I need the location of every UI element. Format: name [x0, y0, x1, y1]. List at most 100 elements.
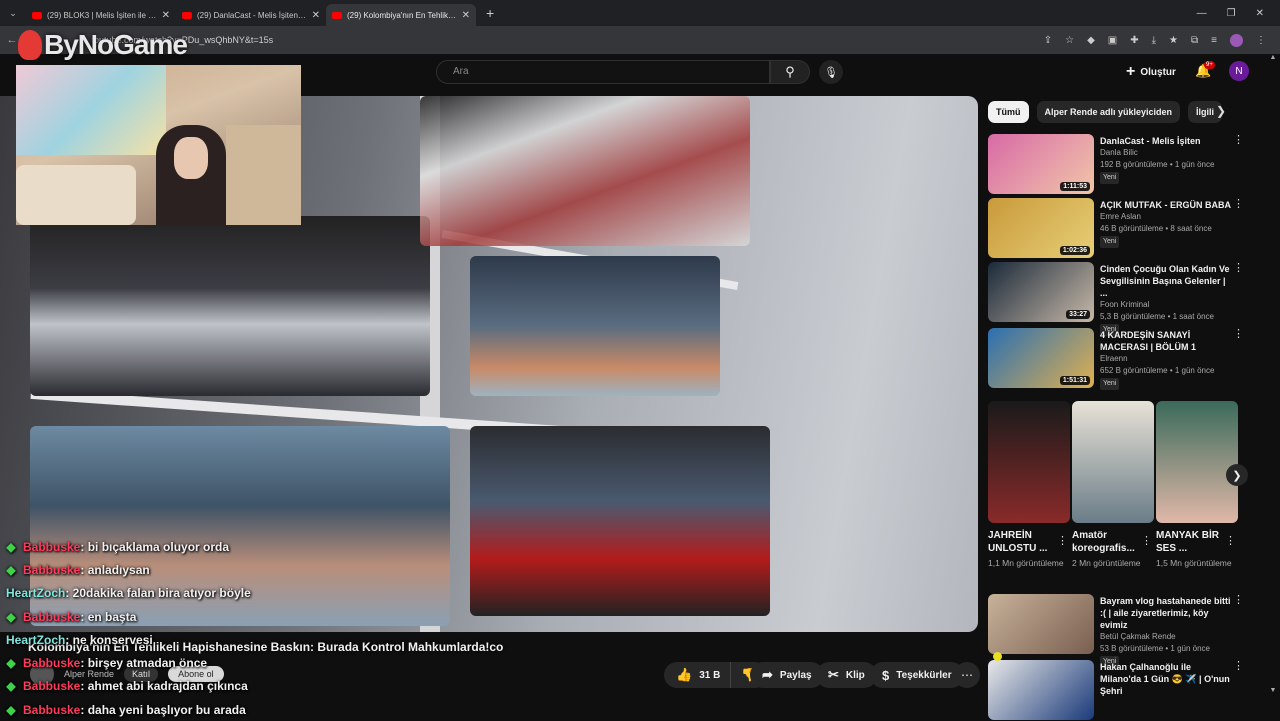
recommended-video[interactable]: 1:11:53 DanlaCast - Melis İşiten Danla Bil… — [988, 134, 1244, 194]
video-thumbnail[interactable]: 1:51:31 — [988, 328, 1094, 388]
tab-close-icon[interactable]: ✕ — [312, 10, 320, 21]
create-button[interactable]: + Oluştur — [1126, 62, 1176, 82]
maximize-icon[interactable]: ❐ — [1227, 8, 1236, 19]
video-thumbnail[interactable]: 1:02:36 — [988, 198, 1094, 258]
video-meta: 5,3 B görüntüleme • 1 saat önce — [1100, 312, 1214, 321]
scroll-down-icon[interactable]: ▼ — [1268, 687, 1278, 694]
short-title[interactable]: Amatör koreografis... — [1072, 529, 1140, 555]
short-video[interactable]: JAHREİN UNLOSTU ... 1,1 Mn görüntüleme ⋮ — [988, 401, 1070, 570]
webcam-shelves — [226, 125, 301, 225]
more-options-icon[interactable]: ⋮ — [1141, 534, 1152, 547]
video-thumbnail[interactable] — [988, 594, 1094, 654]
close-window-icon[interactable]: ✕ — [1256, 8, 1264, 19]
shorts-next-button[interactable]: ❯ — [1226, 464, 1248, 486]
thanks-button-wrap: $ Teşekkürler — [870, 662, 964, 688]
channel-name[interactable]: Betül Çakmak Rende — [1100, 631, 1232, 643]
account-avatar[interactable]: N — [1229, 61, 1249, 81]
bookmark-star-icon[interactable]: ☆ — [1065, 35, 1074, 46]
minimize-icon[interactable]: — — [1197, 8, 1207, 19]
share-icon: ➦ — [762, 667, 773, 682]
video-title[interactable]: Bayram vlog hastahanede bitti :( | aile … — [1100, 595, 1232, 631]
menu-dots-icon[interactable]: ⋮ — [1256, 35, 1266, 46]
channel-name[interactable]: Foon Kriminal — [1100, 299, 1232, 311]
page-scrollbar[interactable]: ▲ ▼ — [1268, 54, 1278, 694]
thanks-button[interactable]: $ Teşekkürler — [870, 662, 964, 688]
chat-username: HeartZoch — [6, 632, 66, 647]
recommended-video[interactable]: Hakan Çalhanoğlu ile Milano'da 1 Gün 😎 ✈… — [988, 660, 1244, 720]
more-options-icon[interactable]: ⋮ — [1233, 134, 1244, 146]
chat-username: Babbuske — [23, 562, 81, 577]
short-thumbnail[interactable] — [1072, 401, 1154, 523]
video-thumbnail[interactable]: 33:27 — [988, 262, 1094, 322]
stream-logo: ByNoGame — [18, 28, 188, 62]
puzzle-icon[interactable]: ✚ — [1130, 35, 1138, 46]
profile-icon[interactable] — [1230, 33, 1243, 47]
chat-username: Babbuske — [23, 679, 81, 694]
chat-username: Babbuske — [23, 539, 81, 554]
new-tab-button[interactable]: + — [476, 5, 504, 21]
video-title[interactable]: Hakan Çalhanoğlu ile Milano'da 1 Gün 😎 ✈… — [1100, 661, 1232, 697]
more-actions-button[interactable]: ⋯ — [954, 662, 980, 688]
share-button[interactable]: ➦ Paylaş — [750, 662, 824, 688]
chat-text: : anladıysan — [80, 562, 150, 577]
extension-icon[interactable]: ▣ — [1108, 35, 1117, 46]
bookmarks-icon[interactable]: ★ — [1169, 35, 1178, 46]
recommended-video[interactable]: 1:02:36 AÇIK MUTFAK - ERGÜN BABA Emre Asla… — [988, 198, 1244, 258]
search-input[interactable]: Ara — [436, 60, 770, 84]
search-icon: ⚲ — [785, 64, 795, 79]
recommended-video[interactable]: Bayram vlog hastahanede bitti :( | aile … — [988, 594, 1244, 668]
video-info: DanlaCast - Melis İşiten Danla Bilic 192 B… — [1100, 134, 1244, 194]
channel-name[interactable]: Emre Aslan — [1100, 211, 1232, 223]
recommended-video[interactable]: 33:27 Cinden Çocuğu Olan Kadın Ve Sevgili… — [988, 262, 1244, 336]
short-title[interactable]: JAHREİN UNLOSTU ... — [988, 529, 1056, 555]
short-thumbnail[interactable] — [1156, 401, 1238, 523]
video-duration: 1:11:53 — [1060, 182, 1090, 191]
chat-username: Babbuske — [23, 609, 81, 624]
tab-close-icon[interactable]: ✕ — [162, 10, 170, 21]
like-button[interactable]: 👍 31 B — [664, 662, 731, 688]
extension-icon[interactable]: ◆ — [1087, 35, 1095, 46]
clip-button[interactable]: ✂ Klip — [816, 662, 877, 688]
plus-icon: + — [1126, 63, 1136, 80]
chip-uploader[interactable]: Alper Rende adlı yükleyiciden — [1036, 101, 1181, 123]
video-title[interactable]: AÇIK MUTFAK - ERGÜN BABA — [1100, 199, 1232, 211]
media-icon[interactable]: ≡ — [1211, 35, 1217, 46]
browser-tab[interactable]: (29) DanlaCast - Melis İşiten - Y ✕ — [176, 4, 326, 26]
video-title[interactable]: Cinden Çocuğu Olan Kadın Ve Sevgilisinin… — [1100, 263, 1232, 299]
voice-search-button[interactable]: 🎙 — [819, 60, 843, 84]
more-options-icon[interactable]: ⋮ — [1233, 594, 1244, 606]
more-options-icon[interactable]: ⋮ — [1233, 328, 1244, 340]
install-icon[interactable]: ⇪ — [1044, 35, 1052, 46]
more-options-icon[interactable]: ⋮ — [1233, 660, 1244, 672]
tab-close-icon[interactable]: ✕ — [462, 10, 470, 21]
search-button[interactable]: ⚲ — [770, 60, 810, 84]
translate-icon[interactable]: ⧉ — [1191, 35, 1198, 46]
channel-name[interactable]: Elraenn — [1100, 353, 1232, 365]
more-options-icon[interactable]: ⋮ — [1233, 262, 1244, 274]
channel-name[interactable]: Danla Bilic — [1100, 147, 1232, 159]
more-options-icon[interactable]: ⋮ — [1233, 198, 1244, 210]
chevron-right-icon[interactable]: ❯ — [1216, 104, 1226, 118]
recommended-video[interactable]: 1:51:31 4 KARDEŞİN SANAYİ MACERASI | BÖLÜ… — [988, 328, 1244, 390]
scroll-up-icon[interactable]: ▲ — [1268, 54, 1278, 61]
video-meta: 46 B görüntüleme • 8 saat önce — [1100, 224, 1212, 233]
more-options-icon[interactable]: ⋮ — [1057, 534, 1068, 547]
short-video[interactable]: Amatör koreografis... 2 Mn görüntüleme ⋮ — [1072, 401, 1154, 570]
short-video[interactable]: MANYAK BİR SES ... 1,5 Mn görüntüleme ⋮ — [1156, 401, 1238, 570]
chat-message: ◆ Babbuske : birşey atmadan önce — [0, 651, 420, 674]
more-options-icon[interactable]: ⋮ — [1225, 534, 1236, 547]
chip-all[interactable]: Tümü — [988, 101, 1029, 123]
video-title[interactable]: 4 KARDEŞİN SANAYİ MACERASI | BÖLÜM 1 — [1100, 329, 1232, 353]
video-thumbnail[interactable]: 1:11:53 — [988, 134, 1094, 194]
browser-tab-active[interactable]: (29) Kolombiya'nın En Tehlikeli H ✕ — [326, 4, 476, 26]
clip-button-wrap: ✂ Klip — [816, 662, 877, 688]
mouse-cursor — [993, 652, 1002, 661]
tab-search-icon[interactable]: ⌄ — [0, 0, 26, 26]
short-thumbnail[interactable] — [988, 401, 1070, 523]
download-icon[interactable]: ⤓ — [1152, 35, 1156, 46]
notifications-button[interactable]: 🔔 9+ — [1195, 61, 1215, 79]
browser-tab[interactable]: (29) BLOK3 | Melis İşiten ile Zati ✕ — [26, 4, 176, 26]
short-title[interactable]: MANYAK BİR SES ... — [1156, 529, 1224, 555]
video-thumbnail[interactable] — [988, 660, 1094, 720]
video-title[interactable]: DanlaCast - Melis İşiten — [1100, 135, 1232, 147]
